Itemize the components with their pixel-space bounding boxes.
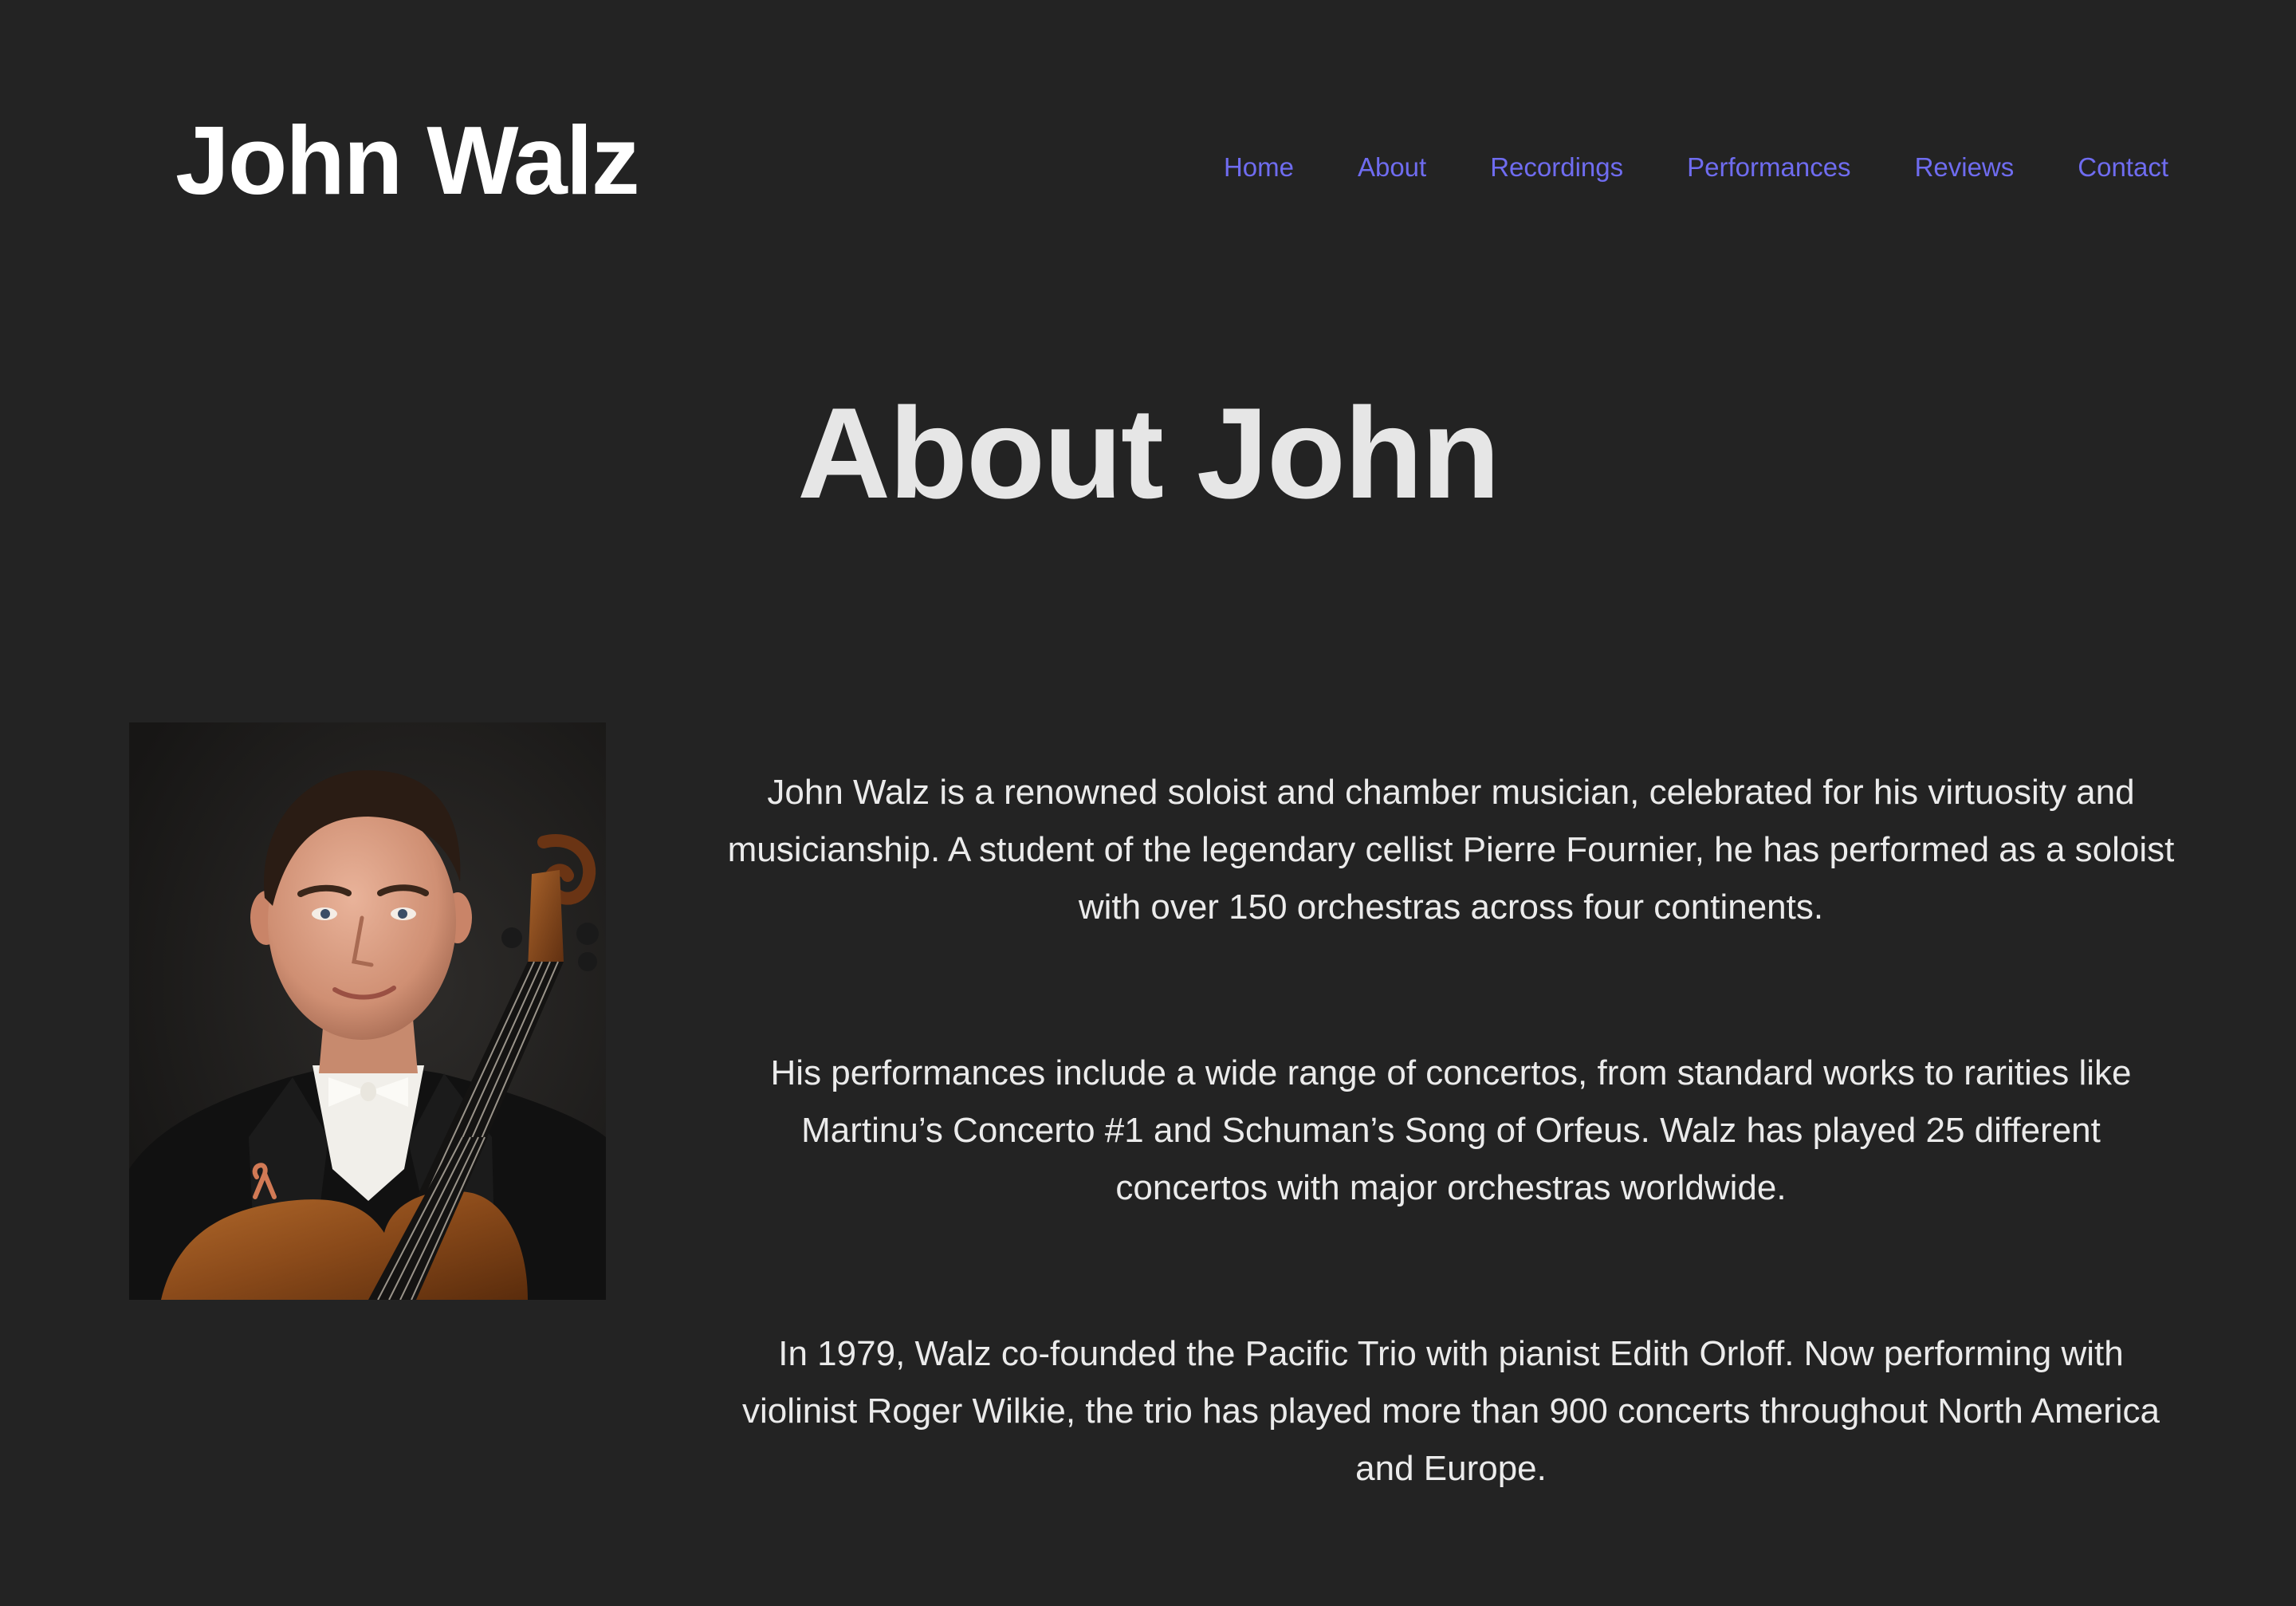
bio-paragraph: In 1979, Walz co-founded the Pacific Tri… bbox=[742, 1334, 2160, 1488]
bio-text: John Walz is a renowned soloist and cham… bbox=[721, 764, 2180, 1606]
page-heading: About John bbox=[797, 381, 1500, 525]
bio-paragraph: John Walz is a renowned soloist and cham… bbox=[727, 773, 2175, 927]
site-title[interactable]: John Walz bbox=[175, 112, 640, 209]
portrait-illustration bbox=[129, 722, 606, 1300]
bio-paragraph: His performances include a wide range of… bbox=[770, 1053, 2132, 1207]
portrait-photo bbox=[129, 722, 606, 1300]
main-nav: Home About Recordings Performances Revie… bbox=[1224, 152, 2168, 183]
nav-link-performances[interactable]: Performances bbox=[1687, 152, 1850, 183]
nav-link-contact[interactable]: Contact bbox=[2078, 152, 2168, 183]
nav-link-home[interactable]: Home bbox=[1224, 152, 1294, 183]
nav-link-recordings[interactable]: Recordings bbox=[1490, 152, 1623, 183]
nav-link-reviews[interactable]: Reviews bbox=[1915, 152, 2015, 183]
nav-link-about[interactable]: About bbox=[1358, 152, 1426, 183]
